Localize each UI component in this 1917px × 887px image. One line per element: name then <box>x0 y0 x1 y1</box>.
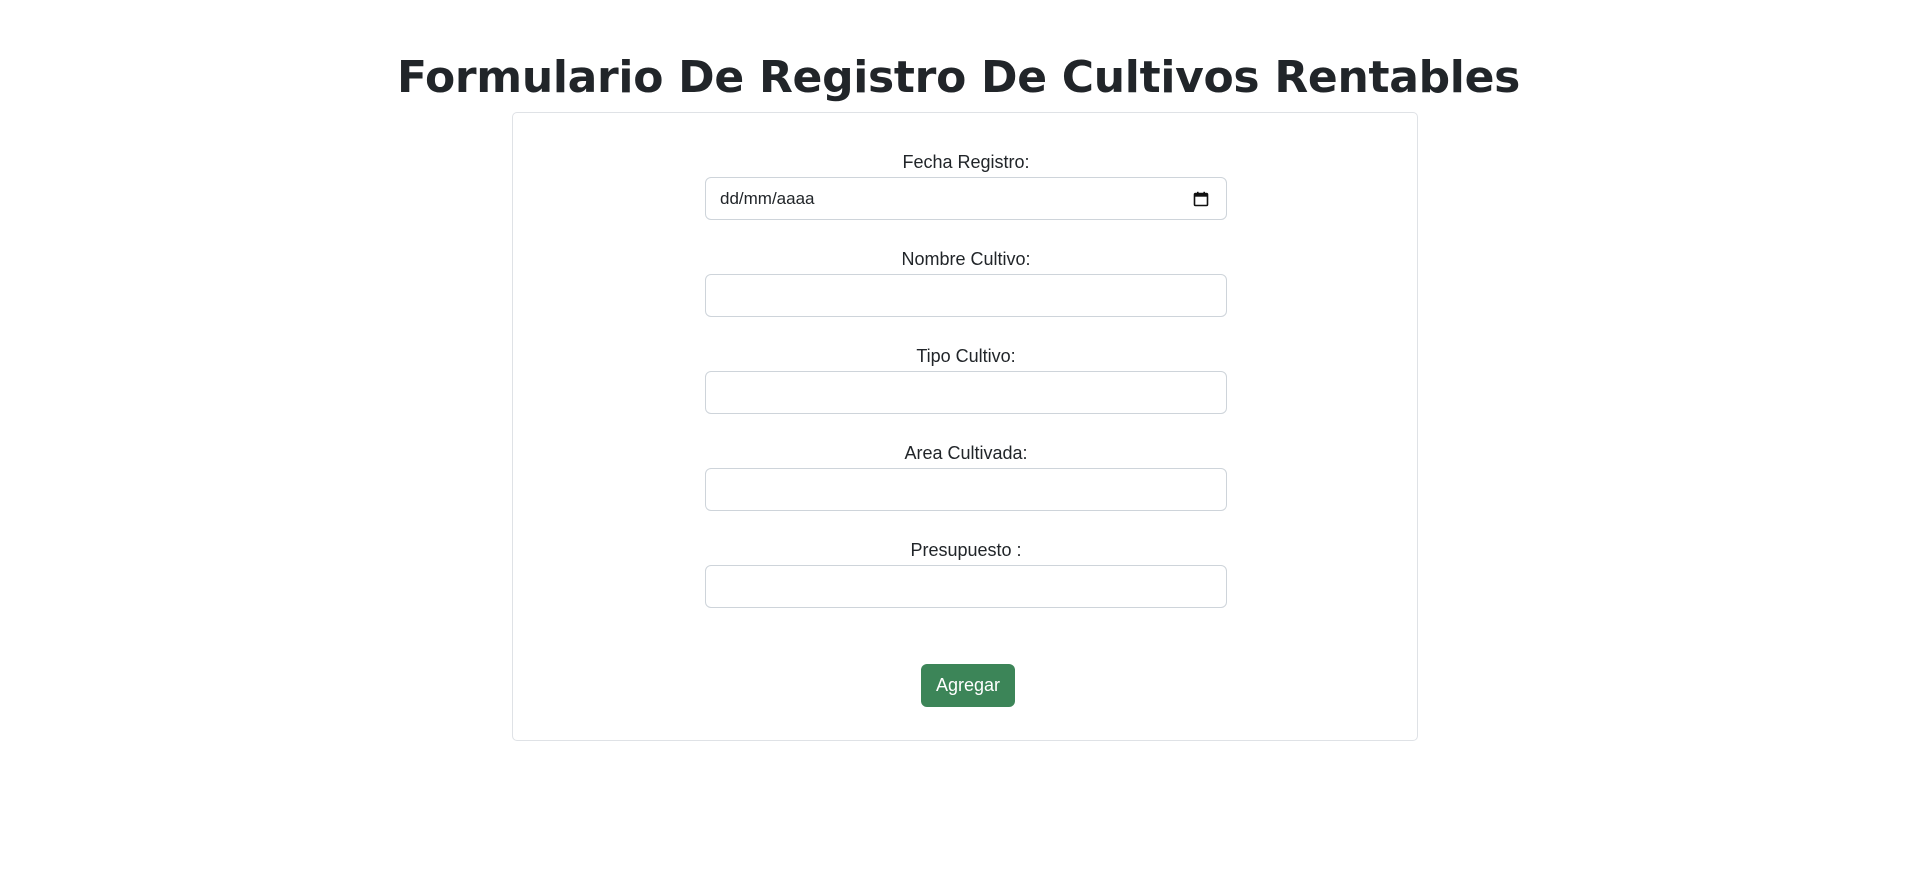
area-cultivada-input[interactable] <box>705 468 1227 511</box>
tipo-cultivo-label: Tipo Cultivo: <box>916 346 1016 366</box>
date-placeholder: dd/mm/aaaa <box>720 189 815 208</box>
page-title: Formulario De Registro De Cultivos Renta… <box>396 52 1521 103</box>
field-nombre-cultivo: Nombre Cultivo: <box>705 248 1227 317</box>
presupuesto-label: Presupuesto : <box>910 540 1022 560</box>
field-tipo-cultivo: Tipo Cultivo: <box>705 345 1227 414</box>
agregar-button[interactable]: Agregar <box>921 664 1015 707</box>
area-cultivada-label: Area Cultivada: <box>904 443 1028 463</box>
field-fecha-registro: Fecha Registro: dd/mm/aaaa <box>705 151 1227 220</box>
fecha-registro-input[interactable]: dd/mm/aaaa <box>705 177 1227 220</box>
field-area-cultivada: Area Cultivada: <box>705 442 1227 511</box>
registration-form: Fecha Registro: dd/mm/aaaa Nombre Cultiv… <box>512 112 1418 741</box>
field-presupuesto: Presupuesto : <box>705 539 1227 608</box>
nombre-cultivo-input[interactable] <box>705 274 1227 317</box>
tipo-cultivo-input[interactable] <box>705 371 1227 414</box>
presupuesto-input[interactable] <box>705 565 1227 608</box>
nombre-cultivo-label: Nombre Cultivo: <box>901 249 1031 269</box>
calendar-icon[interactable] <box>1193 191 1209 207</box>
fecha-registro-label: Fecha Registro: <box>902 152 1030 172</box>
